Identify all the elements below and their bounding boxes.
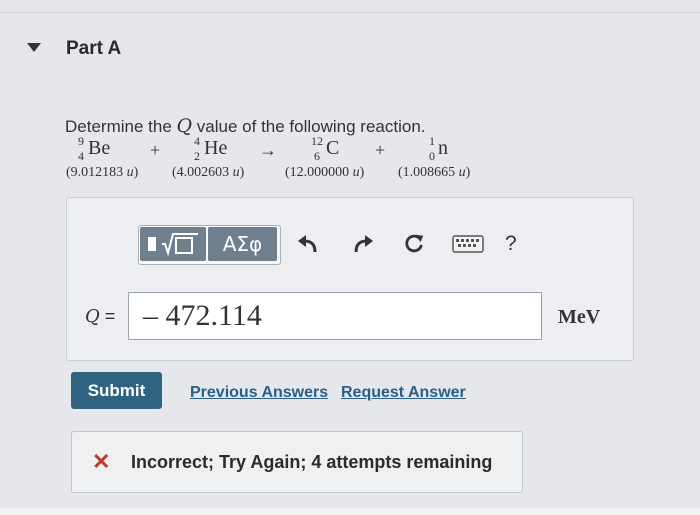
mass-he: (4.002603 u) — [172, 165, 245, 180]
request-answer-link[interactable]: Request Answer — [341, 384, 466, 402]
answer-input[interactable]: – 472.114 — [128, 292, 542, 340]
incorrect-icon: ✕ — [92, 449, 111, 474]
collapse-caret-icon[interactable] — [27, 43, 41, 52]
submit-button[interactable]: Submit — [71, 372, 162, 409]
plus-sign: + — [375, 140, 386, 160]
nuclide-be: 9 4 Be — [78, 134, 111, 163]
keyboard-icon[interactable] — [452, 232, 484, 256]
answer-label: Q = — [85, 306, 116, 327]
mass-c: (12.000000 u) — [285, 165, 365, 180]
templates-icon — [148, 233, 198, 257]
nuclide-he: 4 2 He — [194, 134, 228, 163]
nuclide-c: 12 6 C — [311, 134, 340, 163]
undo-icon[interactable] — [295, 232, 321, 256]
unit-label: MeV — [558, 306, 601, 328]
mass-be: (9.012183 u) — [66, 165, 139, 180]
top-divider — [0, 12, 700, 13]
bottom-strip — [0, 508, 700, 515]
help-button[interactable]: ? — [505, 232, 517, 256]
templates-button[interactable] — [140, 227, 206, 261]
greek-symbols-button[interactable]: ΑΣφ — [208, 227, 277, 261]
mass-n: (1.008665 u) — [398, 165, 471, 180]
redo-icon[interactable] — [350, 232, 376, 256]
reaction-arrow: → — [259, 140, 277, 160]
question-text: Determine the Q value of the following r… — [65, 115, 426, 137]
previous-answers-link[interactable]: Previous Answers — [190, 384, 328, 402]
feedback-box: ✕ Incorrect; Try Again; 4 attempts remai… — [71, 431, 523, 493]
plus-sign: + — [150, 140, 161, 160]
reset-icon[interactable] — [401, 232, 427, 256]
part-title: Part A — [66, 38, 122, 59]
nuclide-n: 1 0 n — [429, 134, 448, 163]
feedback-message: Incorrect; Try Again; 4 attempts remaini… — [131, 452, 493, 472]
